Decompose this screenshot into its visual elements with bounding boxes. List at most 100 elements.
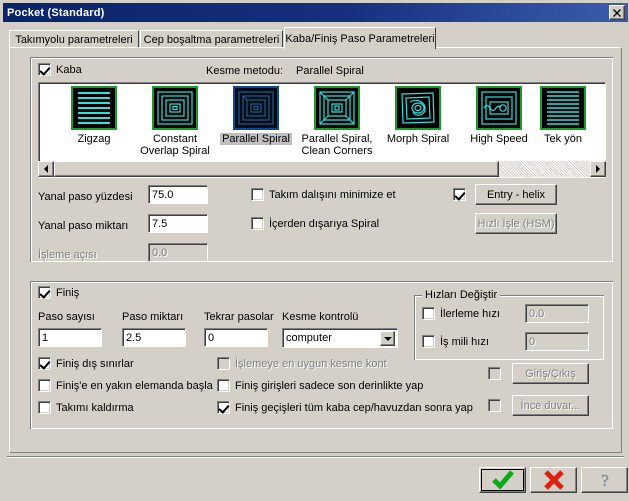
method-item-tek-yon[interactable]: Tek yön: [522, 86, 604, 145]
islemeye-en-uygun-kesme-kont-checkbox: İşlemeye en uygun kesme kont: [217, 357, 387, 370]
tab-label: Takımyolu parametreleri: [15, 33, 133, 46]
cancel-button[interactable]: [530, 467, 577, 493]
checkbox-label: Takımı kaldırma: [56, 401, 134, 414]
is-mili-hizi-checkbox[interactable]: İş mili hızı: [422, 335, 489, 348]
checkbox-label: İlerleme hızı: [440, 307, 500, 320]
is-mili-hizi-input: 0: [525, 332, 589, 351]
tab-cep-bosaltma-parametreleri[interactable]: Cep boşaltma parametreleri: [140, 30, 283, 48]
finise-en-yakin-elemanda-basla-checkbox[interactable]: Finiş'e en yakın elemanda başla: [38, 379, 213, 392]
checkbox-label: İş mili hızı: [440, 335, 489, 348]
finis-dis-sinirlar-checkbox[interactable]: Finiş dış sınırlar: [38, 357, 134, 370]
yanal-paso-yuzdesi-input[interactable]: 75.0: [148, 185, 208, 204]
tekrar-pasolar-input[interactable]: 0: [204, 328, 268, 347]
finis-gecisleri-tum-kaba-cep-havuzdan-sonra-yap-checkbox[interactable]: Finiş geçişleri tüm kaba cep/havuzdan so…: [217, 401, 473, 414]
parallel-spiral-clean-corners-icon: [314, 86, 360, 130]
method-caption: Zigzag: [77, 133, 111, 145]
hizlari-degistir-title: Hızları Değiştir: [422, 289, 501, 301]
checkbox-label: Finiş dış sınırlar: [56, 357, 134, 370]
method-caption: High Speed: [470, 133, 528, 145]
isleme-acisi-input: 0.0: [148, 243, 208, 262]
method-caption: Morph Spiral: [386, 133, 450, 145]
window-title: Pocket (Standard): [7, 6, 105, 19]
kesme-kontrolu-value: computer: [286, 332, 332, 344]
scrollbar-thumb[interactable]: [54, 161, 499, 177]
gallery-scrollbar[interactable]: [38, 161, 606, 177]
zigzag-icon: [71, 86, 117, 130]
paso-miktari-label: Paso miktarı: [122, 311, 184, 323]
ince-duvar-button: İnce duvar...: [512, 395, 589, 416]
hizli-isle-hsm-button: Hızlı İşle (HSM): [475, 213, 557, 234]
method-item-zigzag[interactable]: Zigzag: [53, 86, 135, 145]
finis-enable-checkbox[interactable]: Finiş: [38, 286, 79, 299]
finis-girisleri-sadece-son-derinlikte-yap-checkbox[interactable]: Finiş girişleri sadece son derinlikte ya…: [217, 379, 423, 392]
checkmark-icon: [491, 470, 514, 490]
tab-label: Kaba/Finiş Paso Parametreleri: [285, 32, 435, 45]
pocket-standard-dialog: Pocket (Standard) Takımyolu parametreler…: [0, 0, 629, 501]
scrollbar-track[interactable]: [54, 161, 590, 177]
morph-spiral-icon: [395, 86, 441, 130]
kesme-kontrolu-select[interactable]: computer: [282, 328, 398, 348]
kaba-enable-checkbox[interactable]: Kaba: [38, 63, 82, 76]
method-caption: Tek yön: [544, 133, 582, 145]
checkbox-box: [217, 379, 230, 392]
ilerleme-hizi-checkbox[interactable]: İlerleme hızı: [422, 307, 500, 320]
ince-duvar-checkbox[interactable]: [488, 399, 501, 412]
tab-kaba-finis-paso-parametreleri[interactable]: Kaba/Finiş Paso Parametreleri: [284, 27, 436, 49]
cross-icon: [543, 470, 564, 490]
close-icon[interactable]: [609, 5, 625, 20]
kesme-metodu-value: Parallel Spiral: [296, 65, 364, 77]
checkbox-box: [38, 357, 51, 370]
method-caption: Constant Overlap Spiral: [140, 133, 210, 157]
ok-button[interactable]: [479, 467, 526, 493]
method-item-constant-overlap-spiral[interactable]: Constant Overlap Spiral: [134, 86, 216, 157]
entry-helix-button[interactable]: Entry - helix: [475, 184, 557, 205]
checkbox-box: [38, 286, 51, 299]
yanal-paso-yuzdesi-label: Yanal paso yüzdesi: [38, 191, 133, 203]
svg-text:?: ?: [601, 471, 609, 490]
checkbox-box: [488, 399, 501, 412]
checkbox-label: Finiş geçişleri tüm kaba cep/havuzdan so…: [235, 401, 473, 414]
kesme-metodu-label: Kesme metodu:: [206, 65, 284, 77]
giris-cikis-checkbox[interactable]: [488, 367, 501, 380]
titlebar: Pocket (Standard): [3, 3, 628, 22]
parallel-spiral-icon: [233, 86, 279, 130]
entry-helix-checkbox[interactable]: [453, 188, 466, 201]
icerden-disariya-spiral-checkbox[interactable]: İçerden dışarıya Spiral: [251, 217, 379, 230]
ilerleme-hizi-input: 0.0: [525, 304, 589, 323]
checkbox-label: Finiş girişleri sadece son derinlikte ya…: [235, 379, 424, 392]
scroll-right-icon[interactable]: [590, 161, 606, 177]
kesme-kontrolu-label: Kesme kontrolü: [282, 311, 359, 323]
method-item-morph-spiral[interactable]: Morph Spiral: [377, 86, 459, 145]
finis-enable-label: Finiş: [56, 286, 80, 299]
checkbox-box: [217, 401, 230, 414]
giris-cikis-button: Giriş/Çıkış: [512, 363, 589, 384]
tab-takimyolu-parametreleri[interactable]: Takımyolu parametreleri: [9, 30, 139, 48]
checkbox-box: [453, 188, 466, 201]
method-item-parallel-spiral-clean-corners[interactable]: Parallel Spiral, Clean Corners: [296, 86, 378, 157]
yanal-paso-miktari-label: Yanal paso miktarı: [38, 220, 129, 232]
checkbox-box: [38, 63, 51, 76]
method-item-parallel-spiral[interactable]: Parallel Spiral: [215, 86, 297, 145]
paso-miktari-input[interactable]: 2.5: [122, 328, 186, 347]
checkbox-box: [488, 367, 501, 380]
checkbox-box: [251, 188, 264, 201]
kaba-enable-label: Kaba: [56, 63, 82, 76]
checkbox-label: İşlemeye en uygun kesme kont: [235, 357, 387, 370]
checkbox-box: [217, 357, 230, 370]
checkbox-label: İçerden dışarıya Spiral: [269, 217, 380, 230]
takim-dalisini-minimize-et-checkbox[interactable]: Takım dalışını minimize et: [251, 188, 396, 201]
isleme-acisi-label: İşleme açısı: [38, 249, 97, 261]
tab-label: Cep boşaltma parametreleri: [143, 33, 280, 46]
chevron-down-icon[interactable]: [380, 331, 395, 346]
checkbox-box: [422, 307, 435, 320]
tekrar-pasolar-label: Tekrar pasolar: [204, 311, 274, 323]
takimi-kaldirma-checkbox[interactable]: Takımı kaldırma: [38, 401, 134, 414]
yanal-paso-miktari-input[interactable]: 7.5: [148, 214, 208, 233]
paso-sayisi-input[interactable]: 1: [38, 328, 102, 347]
checkbox-label: Takım dalışını minimize et: [269, 188, 396, 201]
checkbox-box: [38, 379, 51, 392]
scroll-left-icon[interactable]: [38, 161, 54, 177]
footer-divider: [7, 456, 624, 458]
help-button[interactable]: ?: [581, 467, 628, 493]
tab-strip: Takımyolu parametreleri Cep boşaltma par…: [9, 27, 622, 49]
